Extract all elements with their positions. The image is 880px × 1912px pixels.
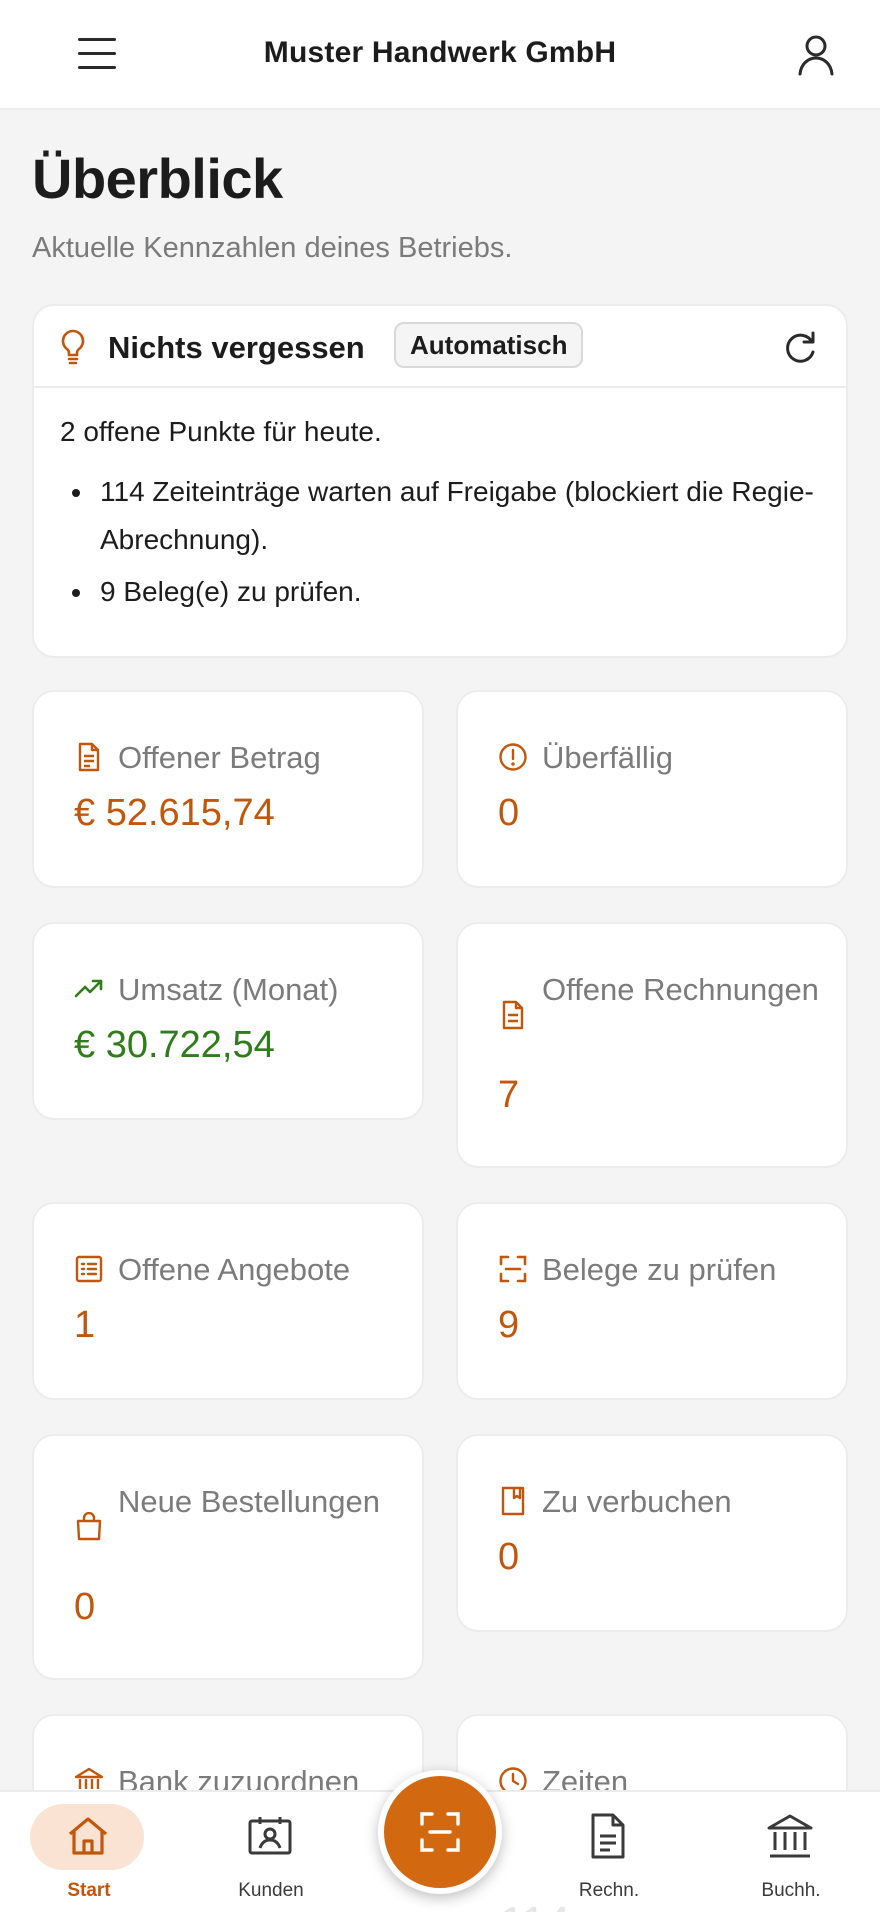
- refresh-icon[interactable]: [778, 326, 822, 370]
- top-bar: Muster Handwerk GmbH: [0, 0, 880, 110]
- kpi-value: 0: [74, 1586, 96, 1628]
- kpi-label: Neue Bestellungen: [118, 1484, 380, 1519]
- contacts-icon: [246, 1812, 294, 1860]
- scan-icon: [420, 1812, 460, 1852]
- nav-label: Buchh.: [761, 1880, 821, 1901]
- kpi-label: Überfällig: [542, 740, 673, 775]
- list-icon: [74, 1254, 104, 1284]
- scan-button[interactable]: [378, 1770, 502, 1894]
- reminder-item-receipts[interactable]: 9 Beleg(e) zu prüfen.: [60, 568, 830, 616]
- kpi-monthly-revenue[interactable]: Umsatz (Monat) € 30.722,54: [32, 922, 424, 1120]
- nav-customers[interactable]: Kunden: [196, 1792, 346, 1912]
- home-icon: [64, 1812, 112, 1860]
- invoice-icon: [498, 1000, 528, 1030]
- kpi-value: 0: [498, 792, 520, 834]
- page-title: Überblick: [32, 147, 283, 210]
- kpi-label: Zu verbuchen: [542, 1484, 732, 1519]
- kpi-new-orders[interactable]: Neue Bestellungen 0: [32, 1434, 424, 1680]
- automatic-badge: Automatisch: [394, 322, 584, 368]
- kpi-label: Umsatz (Monat): [118, 972, 339, 1007]
- document-icon: [74, 742, 104, 772]
- kpi-value: € 52.615,74: [74, 792, 275, 834]
- kpi-value: 9: [498, 1304, 520, 1346]
- alert-circle-icon: [498, 742, 528, 772]
- trending-up-icon: [74, 974, 104, 1004]
- kpi-open-invoices[interactable]: Offene Rechnungen 7: [456, 922, 848, 1168]
- company-title: Muster Handwerk GmbH: [263, 36, 617, 69]
- kpi-to-book[interactable]: Zu verbuchen 0: [456, 1434, 848, 1632]
- scan-icon: [498, 1254, 528, 1284]
- kpi-label: Belege zu prüfen: [542, 1252, 777, 1287]
- page-subtitle: Aktuelle Kennzahlen deines Betriebs.: [32, 232, 513, 264]
- reminder-card: Nichts vergessen Automatisch 2 offene Pu…: [32, 304, 848, 658]
- kpi-label: Offene Angebote: [118, 1252, 351, 1287]
- user-icon[interactable]: [792, 30, 840, 78]
- kpi-overdue[interactable]: Überfällig 0: [456, 690, 848, 888]
- kpi-open-amount[interactable]: Offener Betrag € 52.615,74: [32, 690, 424, 888]
- nav-invoices[interactable]: Rechn.: [534, 1792, 684, 1912]
- nav-label: Kunden: [238, 1880, 304, 1901]
- app-screen: Muster Handwerk GmbH Überblick Aktuelle …: [0, 0, 880, 1912]
- reminder-header: Nichts vergessen Automatisch: [34, 306, 846, 388]
- kpi-label: Offener Betrag: [118, 740, 321, 775]
- bank-icon: [766, 1812, 814, 1860]
- bookmark-icon: [498, 1486, 528, 1516]
- kpi-value: 1: [74, 1304, 96, 1346]
- nav-start[interactable]: Start: [14, 1792, 164, 1912]
- times-count-behind-nav: 114: [500, 1898, 570, 1912]
- shopping-bag-icon: [74, 1511, 104, 1542]
- lightbulb-icon: [58, 328, 88, 366]
- kpi-value: 7: [498, 1074, 520, 1116]
- kpi-value: 0: [498, 1536, 520, 1578]
- nav-accounting[interactable]: Buchh.: [716, 1792, 866, 1912]
- reminder-summary: 2 offene Punkte für heute.: [60, 416, 382, 447]
- reminder-item-time-entries[interactable]: 114 Zeiteinträge warten auf Freigabe (bl…: [60, 468, 830, 564]
- kpi-label: Offene Rechnungen: [542, 972, 819, 1007]
- nav-label: Start: [67, 1880, 111, 1901]
- invoice-icon: [584, 1812, 632, 1860]
- kpi-open-quotes[interactable]: Offene Angebote 1: [32, 1202, 424, 1400]
- reminder-list: 114 Zeiteinträge warten auf Freigabe (bl…: [60, 468, 830, 620]
- kpi-value: € 30.722,54: [74, 1024, 275, 1066]
- kpi-receipts-to-review[interactable]: Belege zu prüfen 9: [456, 1202, 848, 1400]
- reminder-title: Nichts vergessen: [108, 330, 365, 365]
